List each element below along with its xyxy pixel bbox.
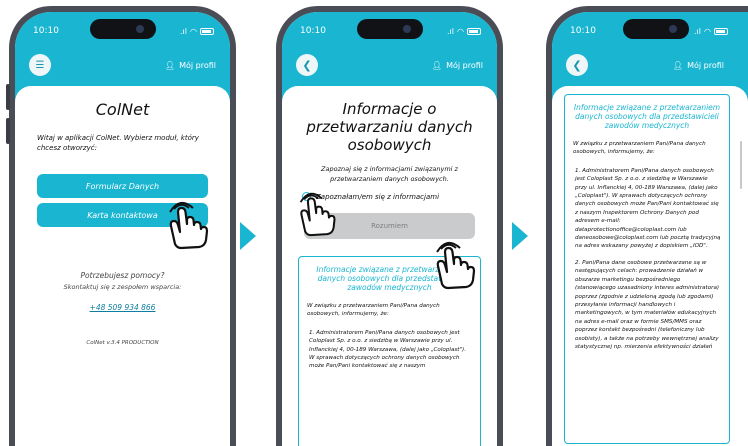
phone-frame-2: 10:10 .ıl ◠ ❮ 👤︎ Mój profil Informacje o p… (276, 6, 503, 446)
wifi-icon: ◠ (457, 26, 464, 36)
screen-consent: 10:10 .ıl ◠ ❮ 👤︎ Mój profil Informacje o p… (282, 12, 497, 446)
tap-hand-icon (169, 201, 209, 250)
status-icons: .ıl ◠ (694, 27, 728, 36)
back-button[interactable]: ❮ (566, 54, 588, 76)
menu-button[interactable]: ☰ (29, 54, 51, 76)
user-icon: 👤︎ (431, 60, 443, 70)
stage: 10:10 .ıl ◠ ☰ 👤︎ Mój profil ColNet Witaj w… (0, 0, 748, 446)
help-phone-wrap: +48 509 934 866 (15, 295, 230, 314)
profile-label: Mój profil (687, 60, 724, 70)
signal-icon: .ıl (694, 26, 702, 36)
profile-link[interactable]: 👤︎ Mój profil (165, 61, 216, 70)
content-card: Informacje związane z przetwarzaniem dan… (552, 86, 748, 446)
back-button[interactable]: ❮ (296, 54, 318, 76)
info-box-paragraph-1: 1. Administratorem Pani/Pana danych osob… (309, 329, 467, 370)
profile-label: Mój profil (446, 60, 483, 70)
info-box-title: Informacje związane z przetwarzaniem dan… (573, 103, 721, 130)
status-icons: .ıl ◠ (447, 27, 481, 36)
phone-frame-1: 10:10 .ıl ◠ ☰ 👤︎ Mój profil ColNet Witaj w… (6, 6, 236, 446)
intro-text: Witaj w aplikacji ColNet. Wybierz moduł,… (37, 134, 199, 152)
chevron-left-icon: ❮ (302, 58, 312, 72)
wifi-icon: ◠ (190, 26, 197, 36)
info-box-paragraph-2: 2. Pani/Pana dane osobowe przetwarzane s… (575, 259, 720, 350)
phone-frame-3: 10:10 .ıl ◠ ❮ 👤︎ Mój profil Informacje zwi… (546, 6, 748, 446)
user-icon: 👤︎ (672, 60, 684, 70)
battery-icon (200, 27, 214, 35)
wifi-icon: ◠ (704, 26, 711, 36)
version-label: ColNet v.3.4 PRODUCTION (86, 340, 159, 346)
arrow-right-icon (512, 222, 528, 250)
forms-button[interactable]: Formularz Danych (37, 174, 208, 198)
tap-hand-icon (436, 241, 476, 290)
intro-text: Zapoznaj się z informacjami związanymi z… (321, 165, 458, 183)
status-icons: .ıl ◠ (180, 27, 214, 36)
battery-icon (714, 27, 728, 35)
status-time: 10:10 (33, 26, 59, 36)
help-heading: Potrzebujesz pomocy? (80, 271, 165, 280)
top-nav: ☰ 👤︎ Mój profil (29, 54, 216, 76)
screen-home: 10:10 .ıl ◠ ☰ 👤︎ Mój profil ColNet Witaj w… (15, 12, 230, 446)
info-box-intro: W związku z przetwarzaniem Pani/Pana dan… (573, 141, 706, 156)
hamburger-icon: ☰ (35, 59, 45, 71)
arrow-right-icon (240, 222, 256, 250)
tap-hand-icon (299, 192, 336, 237)
help-text: Skontaktuj się z zespołem wsparcia: (63, 283, 182, 291)
side-button (6, 84, 10, 110)
page-title: Informacje o przetwarzaniu danych osobow… (306, 100, 473, 154)
signal-icon: .ıl (447, 26, 455, 36)
app-title: ColNet (95, 100, 150, 119)
scrollbar[interactable] (740, 141, 742, 189)
top-nav: ❮ 👤︎ Mój profil (296, 54, 483, 76)
user-icon: 👤︎ (164, 60, 176, 70)
screen-info: 10:10 .ıl ◠ ❮ 👤︎ Mój profil Informacje zwi… (552, 12, 748, 446)
status-bar: 10:10 .ıl ◠ (33, 24, 214, 38)
profile-label: Mój profil (179, 60, 216, 70)
profile-link[interactable]: 👤︎ Mój profil (673, 61, 724, 70)
side-button (6, 118, 10, 144)
status-time: 10:10 (300, 26, 326, 36)
top-nav: ❮ 👤︎ Mój profil (566, 54, 724, 76)
battery-icon (467, 27, 481, 35)
signal-icon: .ıl (180, 26, 188, 36)
info-box-intro: W związku z przetwarzaniem Pani/Pana dan… (307, 303, 440, 318)
help-phone-link[interactable]: +48 509 934 866 (90, 303, 156, 312)
info-box: Informacje związane z przetwarzaniem dan… (564, 94, 730, 444)
status-bar: 10:10 .ıl ◠ (300, 24, 481, 38)
profile-link[interactable]: 👤︎ Mój profil (432, 61, 483, 70)
status-bar: 10:10 .ıl ◠ (570, 24, 728, 38)
status-time: 10:10 (570, 26, 596, 36)
chevron-left-icon: ❮ (572, 58, 582, 72)
content-card: ColNet Witaj w aplikacji ColNet. Wybierz… (15, 86, 230, 446)
info-box-paragraph-1: 1. Administratorem Pani/Pana danych osob… (575, 167, 721, 250)
